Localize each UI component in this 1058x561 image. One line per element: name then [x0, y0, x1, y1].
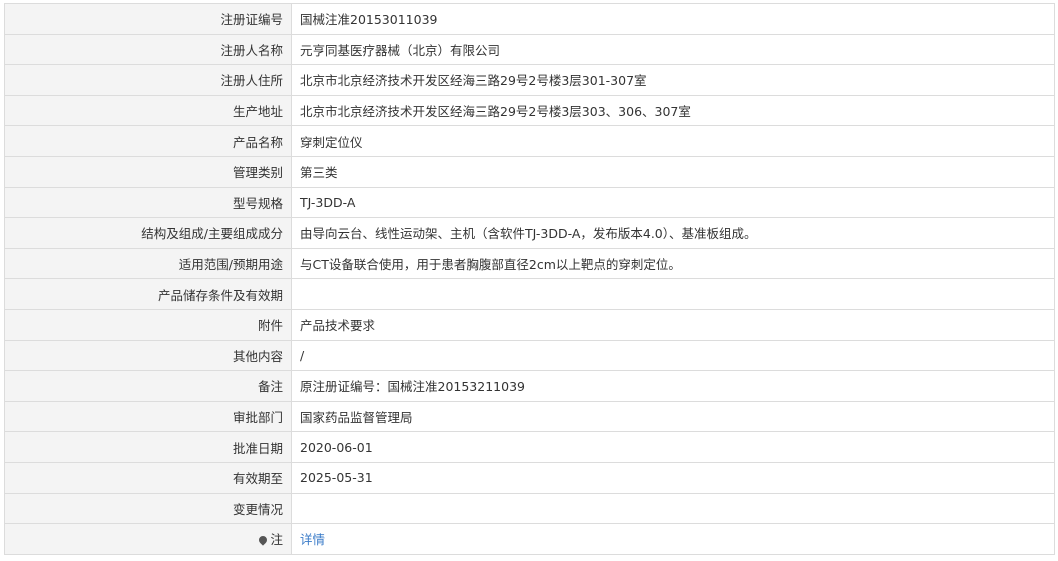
details-link[interactable]: 详情: [300, 532, 325, 547]
field-label-attachment: 附件: [4, 308, 292, 341]
field-value-approval-date: 2020-06-01: [291, 431, 1055, 463]
table-row: 注册人名称 元亨同基医疗器械（北京）有限公司: [4, 33, 1055, 66]
field-label-storage-validity: 产品储存条件及有效期: [4, 278, 292, 310]
field-value-storage-validity: [291, 278, 1055, 310]
field-value-product-name: 穿刺定位仪: [291, 125, 1055, 157]
field-value-approval-department: 国家药品监督管理局: [291, 400, 1055, 433]
field-label-approval-date: 批准日期: [4, 431, 292, 463]
table-row: 批准日期 2020-06-01: [4, 431, 1055, 463]
table-row: 注册人住所 北京市北京经济技术开发区经海三路29号2号楼3层301-307室: [4, 64, 1055, 96]
note-label-text: 注: [270, 532, 283, 548]
registration-detail-table: 注册证编号 国械注准20153011039 注册人名称 元亨同基医疗器械（北京）…: [4, 3, 1055, 555]
field-value-note: 详情: [291, 523, 1055, 555]
field-label-management-category: 管理类别: [4, 155, 292, 188]
table-row: 产品储存条件及有效期: [4, 278, 1055, 310]
field-value-production-address: 北京市北京经济技术开发区经海三路29号2号楼3层303、306、307室: [291, 94, 1055, 127]
field-label-valid-until: 有效期至: [4, 461, 292, 494]
table-row: 变更情况: [4, 492, 1055, 525]
field-value-remarks: 原注册证编号：国械注准20153211039: [291, 370, 1055, 402]
table-row: 生产地址 北京市北京经济技术开发区经海三路29号2号楼3层303、306、307…: [4, 94, 1055, 127]
table-row: 备注 原注册证编号：国械注准20153211039: [4, 370, 1055, 402]
field-value-attachment: 产品技术要求: [291, 308, 1055, 341]
table-row: 注册证编号 国械注准20153011039: [4, 3, 1055, 35]
table-row: 适用范围/预期用途 与CT设备联合使用，用于患者胸腹部直径2cm以上靶点的穿刺定…: [4, 247, 1055, 280]
field-value-management-category: 第三类: [291, 155, 1055, 188]
field-label-structure-composition: 结构及组成/主要组成成分: [4, 217, 292, 249]
field-value-valid-until: 2025-05-31: [291, 461, 1055, 494]
field-value-registrant-address: 北京市北京经济技术开发区经海三路29号2号楼3层301-307室: [291, 64, 1055, 96]
field-value-structure-composition: 由导向云台、线性运动架、主机（含软件TJ-3DD-A，发布版本4.0）、基准板组…: [291, 217, 1055, 249]
field-value-other-content: /: [291, 339, 1055, 372]
table-row: 管理类别 第三类: [4, 155, 1055, 188]
field-value-intended-use: 与CT设备联合使用，用于患者胸腹部直径2cm以上靶点的穿刺定位。: [291, 247, 1055, 280]
field-value-change-history: [291, 492, 1055, 525]
table-row: 产品名称 穿刺定位仪: [4, 125, 1055, 157]
pin-icon: [257, 534, 270, 547]
field-label-intended-use: 适用范围/预期用途: [4, 247, 292, 280]
field-label-note: 注: [4, 523, 292, 555]
table-row: 附件 产品技术要求: [4, 308, 1055, 341]
field-label-change-history: 变更情况: [4, 492, 292, 525]
table-row: 型号规格 TJ-3DD-A: [4, 186, 1055, 219]
field-label-registrant-address: 注册人住所: [4, 64, 292, 96]
table-row-note: 注 详情: [4, 523, 1055, 555]
field-label-other-content: 其他内容: [4, 339, 292, 372]
field-label-approval-department: 审批部门: [4, 400, 292, 433]
field-value-model-spec: TJ-3DD-A: [291, 186, 1055, 219]
table-row: 有效期至 2025-05-31: [4, 461, 1055, 494]
field-label-production-address: 生产地址: [4, 94, 292, 127]
field-label-registrant-name: 注册人名称: [4, 33, 292, 66]
field-value-registration-number: 国械注准20153011039: [291, 3, 1055, 35]
field-label-model-spec: 型号规格: [4, 186, 292, 219]
table-row: 审批部门 国家药品监督管理局: [4, 400, 1055, 433]
table-row: 结构及组成/主要组成成分 由导向云台、线性运动架、主机（含软件TJ-3DD-A，…: [4, 217, 1055, 249]
field-label-product-name: 产品名称: [4, 125, 292, 157]
field-label-registration-number: 注册证编号: [4, 3, 292, 35]
detail-table-body: 注册证编号 国械注准20153011039 注册人名称 元亨同基医疗器械（北京）…: [4, 3, 1055, 555]
table-row: 其他内容 /: [4, 339, 1055, 372]
field-label-remarks: 备注: [4, 370, 292, 402]
field-value-registrant-name: 元亨同基医疗器械（北京）有限公司: [291, 33, 1055, 66]
